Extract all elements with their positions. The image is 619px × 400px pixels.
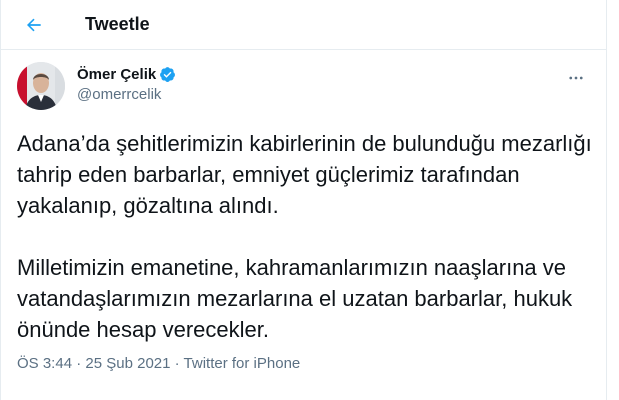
arrow-left-icon	[27, 18, 41, 32]
tweet-paragraph: Milletimizin emanetine, kahramanlarımızı…	[17, 255, 573, 342]
page-header: Tweetle	[1, 0, 606, 50]
tweet-text: Adana’da şehitlerimizin kabirlerinin de …	[17, 128, 592, 345]
tweet-author: Ömer Çelik @omerrcelik	[17, 62, 592, 112]
tweet-time[interactable]: ÖS 3:44	[17, 355, 72, 372]
author-name-line: Ömer Çelik	[77, 66, 176, 83]
more-options-button[interactable]	[564, 66, 588, 90]
avatar-image	[17, 62, 65, 110]
tweet-meta: ÖS 3:44 · 25 Şub 2021 · Twitter for iPho…	[17, 355, 300, 372]
tweet-paragraph: Adana’da şehitlerimizin kabirlerinin de …	[17, 131, 592, 218]
tweet-detail-page: Tweetle Ömer Çelik @omerrcelik Adana’da …	[0, 0, 607, 400]
page-title: Tweetle	[85, 14, 150, 34]
tweet-source[interactable]: Twitter for iPhone	[184, 355, 301, 372]
back-button[interactable]	[15, 6, 53, 44]
avatar[interactable]	[17, 62, 65, 110]
verified-badge-icon	[160, 67, 176, 82]
tweet-date[interactable]: 25 Şub 2021	[85, 355, 170, 372]
author-handle[interactable]: @omerrcelik	[77, 86, 176, 103]
more-horizontal-icon	[569, 76, 583, 80]
author-info: Ömer Çelik @omerrcelik	[77, 66, 176, 103]
meta-separator: ·	[170, 355, 184, 372]
meta-separator: ·	[72, 355, 86, 372]
author-display-name[interactable]: Ömer Çelik	[77, 66, 156, 83]
